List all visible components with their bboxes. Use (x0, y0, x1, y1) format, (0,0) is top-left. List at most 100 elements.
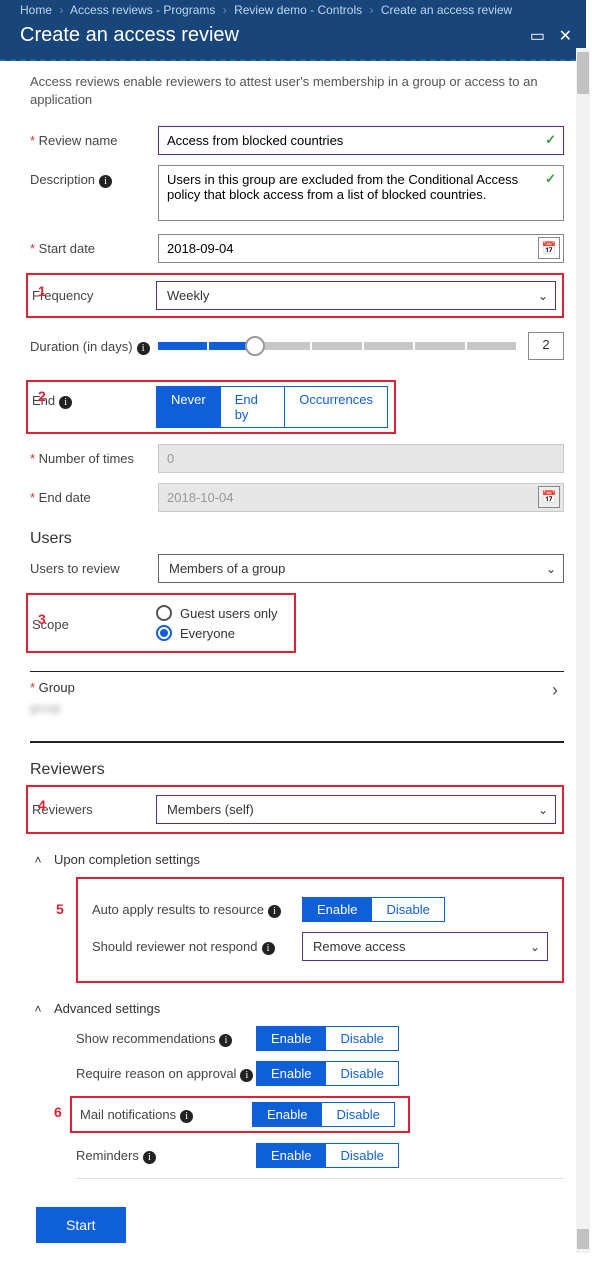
info-icon[interactable]: i (262, 942, 275, 955)
collapse-advanced[interactable]: ˄ Advanced settings (30, 1001, 564, 1016)
crumb-sep: › (369, 3, 373, 17)
scrollbar[interactable] (576, 48, 590, 1253)
mail-toggle: Enable Disable (252, 1102, 395, 1127)
review-name-input[interactable] (158, 126, 564, 155)
start-button[interactable]: Start (36, 1207, 126, 1243)
chevron-down-icon: ⌄ (538, 803, 548, 817)
crumb-sep: › (223, 3, 227, 17)
reminders-toggle: Enable Disable (256, 1143, 399, 1168)
label-review-name: Review name (30, 126, 158, 148)
annotation-3: 3 (38, 611, 46, 627)
calendar-icon[interactable]: 📅 (538, 237, 560, 259)
label-number-of-times: Number of times (30, 444, 158, 466)
info-icon[interactable]: i (219, 1034, 232, 1047)
slider-thumb[interactable] (245, 336, 265, 356)
label-end-date: End date (30, 483, 158, 505)
label-description: Descriptioni (30, 165, 158, 188)
crumb-sep: › (59, 3, 63, 17)
enable-option[interactable]: Enable (257, 1062, 325, 1085)
disable-option[interactable]: Disable (371, 898, 443, 921)
label-users-to-review: Users to review (30, 554, 158, 576)
crumb-home[interactable]: Home (20, 3, 52, 17)
show-rec-toggle: Enable Disable (256, 1026, 399, 1051)
info-icon[interactable]: i (137, 342, 150, 355)
enable-option[interactable]: Enable (257, 1144, 325, 1167)
crumb-demo[interactable]: Review demo - Controls (234, 3, 362, 17)
collapse-upon-completion[interactable]: ˄ Upon completion settings (30, 852, 564, 867)
info-icon[interactable]: i (240, 1069, 253, 1082)
frequency-select[interactable]: Weekly ⌄ (156, 281, 556, 310)
require-reason-toggle: Enable Disable (256, 1061, 399, 1086)
label-show-rec: Show recommendationsi (76, 1031, 256, 1047)
label-start-date: Start date (30, 234, 158, 256)
blade-header: Create an access review ▭ ✕ (0, 20, 586, 61)
crumb-current: Create an access review (381, 3, 512, 17)
label-end: Endi (28, 386, 156, 409)
duration-value[interactable]: 2 (528, 332, 564, 360)
chevron-down-icon: ⌄ (530, 940, 540, 954)
scope-everyone-radio[interactable]: Everyone (156, 625, 288, 641)
label-frequency: Frequency (28, 281, 156, 303)
annotation-6: 6 (54, 1104, 62, 1120)
reviewers-select[interactable]: Members (self) ⌄ (156, 795, 556, 824)
annotation-1: 1 (38, 283, 46, 299)
start-date-input[interactable] (158, 234, 564, 263)
chevron-right-icon: › (552, 680, 558, 701)
enable-option[interactable]: Enable (257, 1027, 325, 1050)
duration-slider[interactable] (158, 342, 516, 350)
label-scope: Scope (28, 601, 156, 632)
page-title: Create an access review (20, 24, 239, 47)
restore-icon[interactable]: ▭ (530, 26, 545, 46)
group-value: group (30, 701, 75, 715)
intro-text: Access reviews enable reviewers to attes… (30, 73, 564, 108)
number-of-times-input: 0 (158, 444, 564, 473)
disable-option[interactable]: Disable (325, 1062, 397, 1085)
end-date-input: 2018-10-04 (158, 483, 564, 512)
label-reminders: Remindersi (76, 1148, 256, 1164)
disable-option[interactable]: Disable (325, 1144, 397, 1167)
enable-option[interactable]: Enable (253, 1103, 321, 1126)
valid-check-icon: ✓ (545, 132, 556, 148)
label-no-respond: Should reviewer not respondi (92, 939, 302, 955)
chevron-down-icon: ⌄ (546, 562, 556, 576)
section-users: Users (30, 530, 564, 548)
close-icon[interactable]: ✕ (559, 26, 572, 46)
info-icon[interactable]: i (143, 1151, 156, 1164)
info-icon[interactable]: i (180, 1110, 193, 1123)
disable-option[interactable]: Disable (325, 1027, 397, 1050)
scrollbar-thumb[interactable] (577, 52, 589, 94)
section-reviewers: Reviewers (30, 761, 564, 779)
info-icon[interactable]: i (268, 905, 281, 918)
breadcrumb: Home › Access reviews - Programs › Revie… (0, 0, 586, 20)
users-to-review-select[interactable]: Members of a group ⌄ (158, 554, 564, 583)
end-never[interactable]: Never (157, 387, 220, 427)
auto-apply-toggle: Enable Disable (302, 897, 445, 922)
end-toggle: Never End by Occurrences (156, 386, 388, 428)
end-occurrences[interactable]: Occurrences (284, 387, 387, 427)
scrollbar-thumb[interactable] (577, 1229, 589, 1249)
calendar-icon: 📅 (538, 486, 560, 508)
scope-guest-radio[interactable]: Guest users only (156, 605, 288, 621)
annotation-5: 5 (56, 901, 64, 917)
chevron-down-icon: ⌄ (538, 289, 548, 303)
label-require-reason: Require reason on approvali (76, 1066, 256, 1082)
disable-option[interactable]: Disable (321, 1103, 393, 1126)
label-reviewers-field: Reviewers (28, 795, 156, 817)
valid-check-icon: ✓ (545, 171, 556, 187)
enable-option[interactable]: Enable (303, 898, 371, 921)
description-input[interactable]: Users in this group are excluded from th… (158, 165, 564, 221)
annotation-2: 2 (38, 388, 46, 404)
label-mail: Mail notificationsi (78, 1107, 252, 1123)
label-auto-apply: Auto apply results to resourcei (92, 902, 302, 918)
no-respond-select[interactable]: Remove access ⌄ (302, 932, 548, 961)
group-picker[interactable]: * Group group › (30, 671, 564, 743)
end-endby[interactable]: End by (220, 387, 285, 427)
info-icon[interactable]: i (99, 175, 112, 188)
label-group: Group (39, 680, 75, 695)
chevron-up-icon: ˄ (30, 1002, 46, 1016)
label-duration: Duration (in days)i (30, 332, 158, 355)
chevron-up-icon: ˄ (30, 853, 46, 867)
crumb-programs[interactable]: Access reviews - Programs (70, 3, 215, 17)
info-icon[interactable]: i (59, 396, 72, 409)
annotation-4: 4 (38, 797, 46, 813)
